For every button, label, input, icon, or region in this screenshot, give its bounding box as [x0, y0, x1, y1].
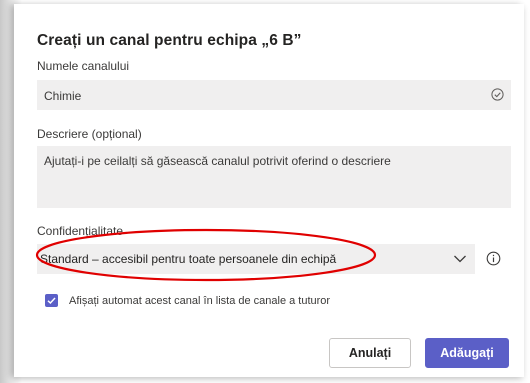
- dialog-title: Creați un canal pentru echipa „6 B”: [37, 32, 302, 49]
- add-button[interactable]: Adăugați: [425, 338, 509, 368]
- chevron-down-icon[interactable]: [453, 253, 467, 265]
- description-label: Descriere (opțional): [37, 127, 142, 141]
- info-icon[interactable]: [486, 251, 501, 266]
- privacy-value: Standard – accesibil pentru toate persoa…: [40, 252, 337, 266]
- auto-show-checkbox[interactable]: [45, 294, 58, 307]
- check-circle-icon: [491, 88, 504, 101]
- channel-name-value: Chimie: [44, 89, 82, 103]
- cancel-button[interactable]: Anulați: [329, 338, 411, 368]
- description-input[interactable]: Ajutați-i pe ceilalți să găsească canalu…: [37, 146, 511, 208]
- description-placeholder: Ajutați-i pe ceilalți să găsească canalu…: [44, 154, 391, 168]
- checkmark-icon: [47, 297, 56, 305]
- privacy-label: Confidențialitate: [37, 224, 124, 238]
- channel-name-label: Numele canalului: [37, 59, 130, 73]
- create-channel-dialog: Creați un canal pentru echipa „6 B” Nume…: [14, 4, 524, 377]
- channel-name-input[interactable]: Chimie: [37, 80, 511, 110]
- auto-show-label: Afișați automat acest canal în lista de …: [69, 295, 331, 307]
- privacy-select[interactable]: Standard – accesibil pentru toate persoa…: [37, 244, 475, 274]
